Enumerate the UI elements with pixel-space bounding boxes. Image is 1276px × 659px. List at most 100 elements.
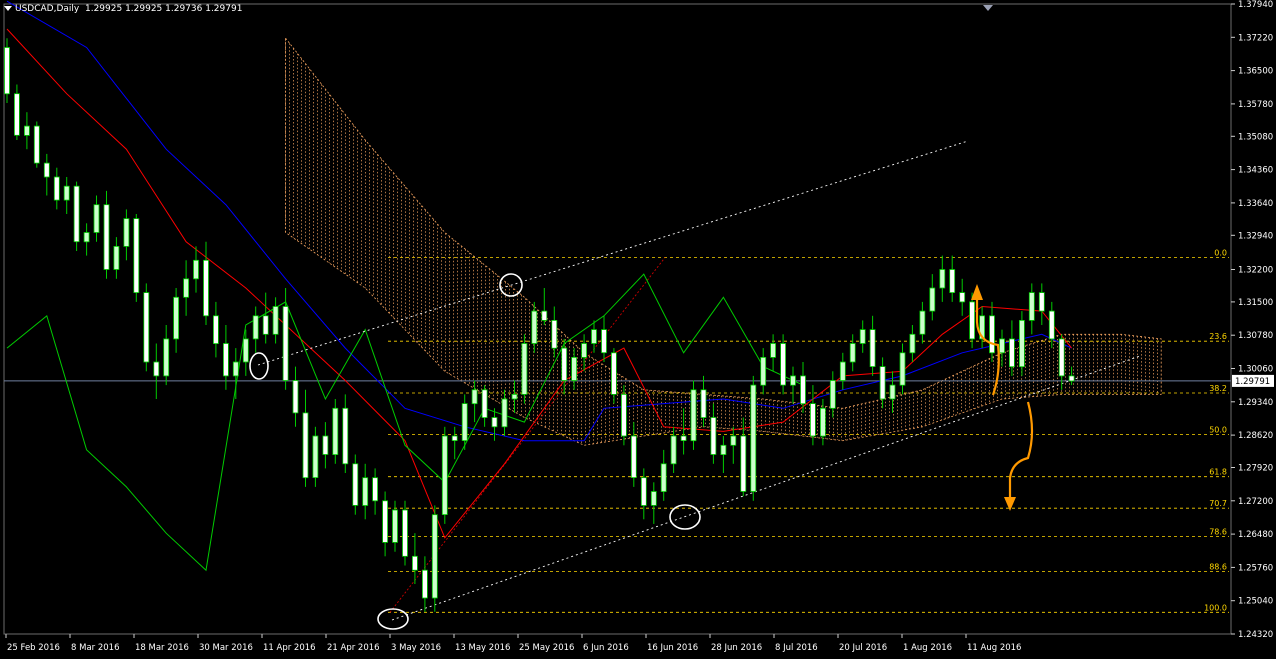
candle-body	[919, 310, 926, 335]
fib-level-label: 88.6	[1209, 563, 1227, 572]
y-tick-label: 1.37940	[1238, 0, 1273, 10]
price-chart[interactable]: 0.0 23.6 38.2 50.0 61.8 70.7 78.6 88.6 100.0 1.3…	[0, 0, 1276, 659]
x-tick-label: 8 Jul 2016	[775, 643, 818, 653]
price-axis[interactable]: 1.37940 1.37220 1.36500 1.35780 1.35080 1.343…	[1231, 0, 1273, 640]
candle-body	[581, 343, 587, 358]
candle-body	[879, 366, 886, 400]
candle-body	[83, 232, 90, 243]
candle-body	[183, 278, 190, 298]
candle-body	[760, 356, 767, 386]
y-tick-label: 1.28620	[1238, 431, 1273, 441]
candle-body	[203, 259, 209, 317]
candle-body	[501, 398, 508, 428]
candle-body	[1019, 319, 1025, 368]
candle-body	[193, 259, 199, 280]
candle-body	[541, 310, 548, 321]
candle-body	[929, 287, 936, 312]
candle-body	[750, 384, 757, 492]
x-tick-label: 28 Jun 2016	[711, 643, 762, 653]
candle-body	[33, 125, 40, 164]
candle-body	[989, 315, 995, 354]
fib-level-label: 100.0	[1204, 603, 1227, 612]
candle-body	[491, 417, 498, 428]
candle-body	[730, 435, 737, 446]
candle-body	[551, 319, 558, 349]
candle-body	[163, 338, 170, 377]
candle-body	[740, 435, 747, 492]
candle-body	[820, 407, 826, 437]
x-tick-label: 6 Jun 2016	[583, 643, 629, 653]
candle-body	[1048, 310, 1055, 340]
candle-body	[630, 435, 637, 478]
y-tick-label: 1.27200	[1238, 497, 1273, 507]
fib-level-label: 38.2	[1209, 384, 1227, 393]
candle-body	[173, 296, 180, 340]
x-tick-label: 3 May 2016	[391, 643, 441, 653]
candle-body	[232, 361, 239, 377]
candle-body	[63, 185, 70, 201]
candle-body	[1028, 292, 1035, 321]
candle-body	[700, 389, 707, 418]
y-tick-label: 1.27920	[1238, 464, 1273, 474]
y-tick-label: 1.37220	[1238, 33, 1273, 43]
candle-body	[53, 176, 60, 201]
candle-body	[859, 329, 866, 344]
chart-window[interactable]: 0.0 23.6 38.2 50.0 61.8 70.7 78.6 88.6 100.0 1.3…	[0, 0, 1276, 659]
candle-body	[322, 435, 329, 455]
candle-body	[262, 315, 269, 335]
plot-area	[3, 3, 1232, 635]
candle-body	[461, 403, 468, 442]
chart-title: USDCAD,Daily 1.29925 1.29925 1.29736 1.2…	[4, 4, 242, 14]
candle-body	[123, 218, 130, 247]
y-tick-label: 1.31500	[1238, 298, 1273, 308]
candle-body	[999, 338, 1005, 354]
x-tick-label: 1 Aug 2016	[903, 643, 952, 653]
candle-body	[222, 343, 229, 377]
y-tick-label: 1.25040	[1238, 597, 1273, 607]
x-tick-label: 21 Apr 2016	[327, 643, 380, 653]
x-tick-label: 16 Jun 2016	[647, 643, 698, 653]
candle-body	[1068, 375, 1075, 382]
candle-body	[511, 393, 518, 400]
candle-body	[521, 343, 528, 395]
y-tick-label: 1.35080	[1238, 132, 1273, 142]
candle-body	[969, 301, 975, 340]
candle-body	[372, 477, 379, 502]
candle-body	[143, 292, 150, 363]
candle-body	[212, 315, 219, 344]
x-tick-label: 30 Mar 2016	[199, 643, 253, 653]
y-tick-label: 1.32200	[1238, 266, 1273, 276]
candle-body	[869, 329, 876, 368]
candle-body	[640, 477, 647, 506]
fib-level-label: 23.6	[1209, 332, 1227, 341]
candle-body	[650, 491, 657, 506]
candle-body	[421, 569, 428, 599]
x-tick-label: 11 Aug 2016	[967, 643, 1021, 653]
x-tick-label: 25 May 2016	[519, 643, 574, 653]
candle-body	[402, 509, 408, 557]
candle-body	[621, 393, 627, 437]
x-tick-label: 11 Apr 2016	[263, 643, 316, 653]
y-tick-label: 1.33640	[1238, 199, 1273, 209]
time-axis[interactable]: 25 Feb 2016 8 Mar 2016 18 Mar 2016 30 Mar 2…	[5, 634, 1021, 653]
candle-body	[899, 352, 906, 386]
candle-body	[153, 361, 160, 377]
candle-body	[382, 500, 389, 543]
candle-body	[1009, 338, 1015, 368]
candle-body	[810, 403, 816, 437]
candle-body	[103, 204, 110, 270]
candle-body	[451, 435, 458, 441]
dropdown-arrow-icon[interactable]	[4, 6, 12, 11]
y-tick-label: 1.36500	[1238, 67, 1273, 77]
candle-body	[561, 347, 568, 381]
candle-body	[73, 185, 80, 243]
candle-body	[611, 352, 617, 395]
current-price-label: 1.29791	[1232, 374, 1274, 387]
candle-body	[392, 509, 398, 543]
y-tick-label: 1.30780	[1238, 331, 1273, 341]
candle-body	[690, 389, 697, 442]
candle-body	[352, 463, 359, 506]
candle-body	[302, 412, 309, 479]
candle-body	[113, 245, 120, 270]
candle-body	[312, 435, 319, 478]
